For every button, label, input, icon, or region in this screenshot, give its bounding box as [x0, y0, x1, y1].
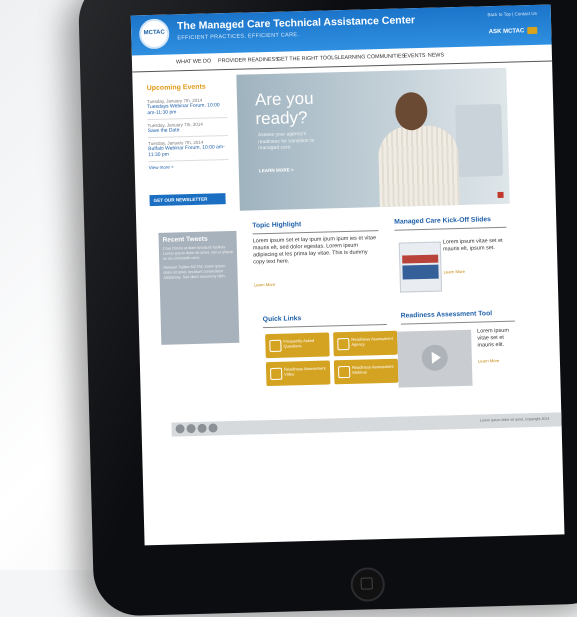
- divider: [394, 226, 507, 231]
- nav-provider-readiness[interactable]: PROVIDER READINESS: [218, 57, 279, 65]
- quick-links-title: Quick Links: [262, 315, 302, 324]
- quick-link-agency[interactable]: Readiness Assessment Agency: [333, 330, 398, 357]
- topic-highlight-text: Lorem ipsum set et lay ipum ipum ipum ie…: [252, 235, 377, 266]
- upcoming-events-title: Upcoming Events: [146, 83, 206, 93]
- event-item[interactable]: Tuesday, January 7th, 2014 Save the Date: [147, 118, 228, 139]
- nav-events[interactable]: EVENTS: [404, 53, 426, 60]
- view-more-link[interactable]: View more >: [149, 163, 229, 170]
- ask-mctac-button[interactable]: ASK MCTAC: [489, 26, 538, 35]
- readiness-learn-more-link[interactable]: Learn More: [478, 358, 500, 364]
- building-icon: [337, 337, 350, 351]
- divider: [262, 323, 387, 329]
- readiness-tool-title: Readiness Assessment Tool: [400, 310, 493, 320]
- hero-person-image: [377, 91, 460, 208]
- recent-tweets-title: Recent Tweets: [162, 235, 208, 244]
- topic-learn-more-link[interactable]: Learn More: [254, 282, 276, 288]
- kickoff-slides-title: Managed Care Kick-Off Slides: [394, 216, 492, 226]
- slide-indicator-icon[interactable]: [497, 191, 504, 198]
- newsletter-button[interactable]: GET OUR NEWSLETTER: [149, 193, 226, 207]
- nav-news[interactable]: NEWS: [428, 52, 444, 58]
- site-title: The Managed Care Technical Assistance Ce…: [176, 14, 416, 33]
- youtube-icon[interactable]: [197, 423, 207, 433]
- tablet-screen: MCTAC The Managed Care Technical Assista…: [130, 4, 565, 546]
- event-item[interactable]: Tuesday, January 7th, 2014 Buffalo Webin…: [147, 136, 229, 163]
- twitter-icon[interactable]: [186, 423, 196, 434]
- quick-link-video[interactable]: Readiness Assessment Video: [265, 360, 331, 387]
- kickoff-learn-more-link[interactable]: Learn More: [443, 269, 465, 275]
- site-tagline: EFFICIENT PRACTICES. EFFICIENT CARE.: [177, 32, 300, 42]
- laptop-image: [455, 103, 504, 178]
- faq-icon: [269, 339, 282, 353]
- hero-banner[interactable]: Are you ready? Assess your agency's read…: [236, 67, 510, 211]
- tweet-item[interactable]: Cras Omnis ut diam tincidunt facilisis. …: [163, 245, 233, 262]
- kickoff-slides-text: Lorem ipsum vitae set et mauris elt, ips…: [442, 237, 503, 253]
- topic-highlight-title: Topic Highlight: [252, 221, 302, 230]
- utility-links[interactable]: Back to Top | Contact Us: [487, 11, 536, 17]
- nav-what-we-do[interactable]: WHAT WE DO: [176, 58, 211, 65]
- recent-tweets: Recent Tweets Cras Omnis ut diam tincidu…: [158, 230, 240, 345]
- tablet-device: MCTAC The Managed Care Technical Assista…: [77, 0, 577, 617]
- hero-headline: Are you ready?: [254, 88, 314, 129]
- mctac-logo[interactable]: MCTAC: [138, 18, 170, 50]
- hero-learn-more-link[interactable]: LEARN MORE >: [259, 167, 294, 173]
- webinar-icon: [337, 365, 351, 379]
- chat-bubble-icon: [527, 26, 538, 35]
- linkedin-icon[interactable]: [208, 423, 218, 433]
- divider: [400, 320, 515, 325]
- event-item[interactable]: Tuesday, January 7th, 2014 Tuesdays Webi…: [146, 94, 228, 121]
- copyright-text: Lorem ipsum dolor sit amet, Copyright 20…: [479, 416, 550, 423]
- readiness-video-thumbnail[interactable]: [397, 329, 473, 388]
- nav-learning-communities[interactable]: LEARNING COMMUNITIES: [338, 53, 406, 61]
- video-icon: [270, 367, 283, 381]
- kickoff-slides-thumbnail[interactable]: [398, 241, 443, 293]
- site-footer: Lorem ipsum dolor sit amet, Copyright 20…: [171, 412, 562, 437]
- nav-get-the-right-tools[interactable]: GET THE RIGHT TOOLS: [277, 55, 338, 63]
- tweet-item[interactable]: Retweet Twitter MCTAC lorem ipsum dolor …: [163, 264, 233, 281]
- play-icon[interactable]: [421, 344, 449, 372]
- upcoming-events: Upcoming Events Tuesday, January 7th, 20…: [147, 83, 229, 170]
- hero-blurb: Assess your agency's readiness for trans…: [257, 130, 315, 152]
- quick-link-webinar[interactable]: Readiness Assessment Webinar: [333, 358, 399, 385]
- facebook-icon[interactable]: [175, 424, 185, 434]
- quick-link-faq[interactable]: Frequently Asked Questions: [265, 332, 330, 359]
- readiness-tool-text: Lorem ipsum vitae set et mauris elit.: [477, 327, 509, 349]
- divider: [252, 230, 379, 235]
